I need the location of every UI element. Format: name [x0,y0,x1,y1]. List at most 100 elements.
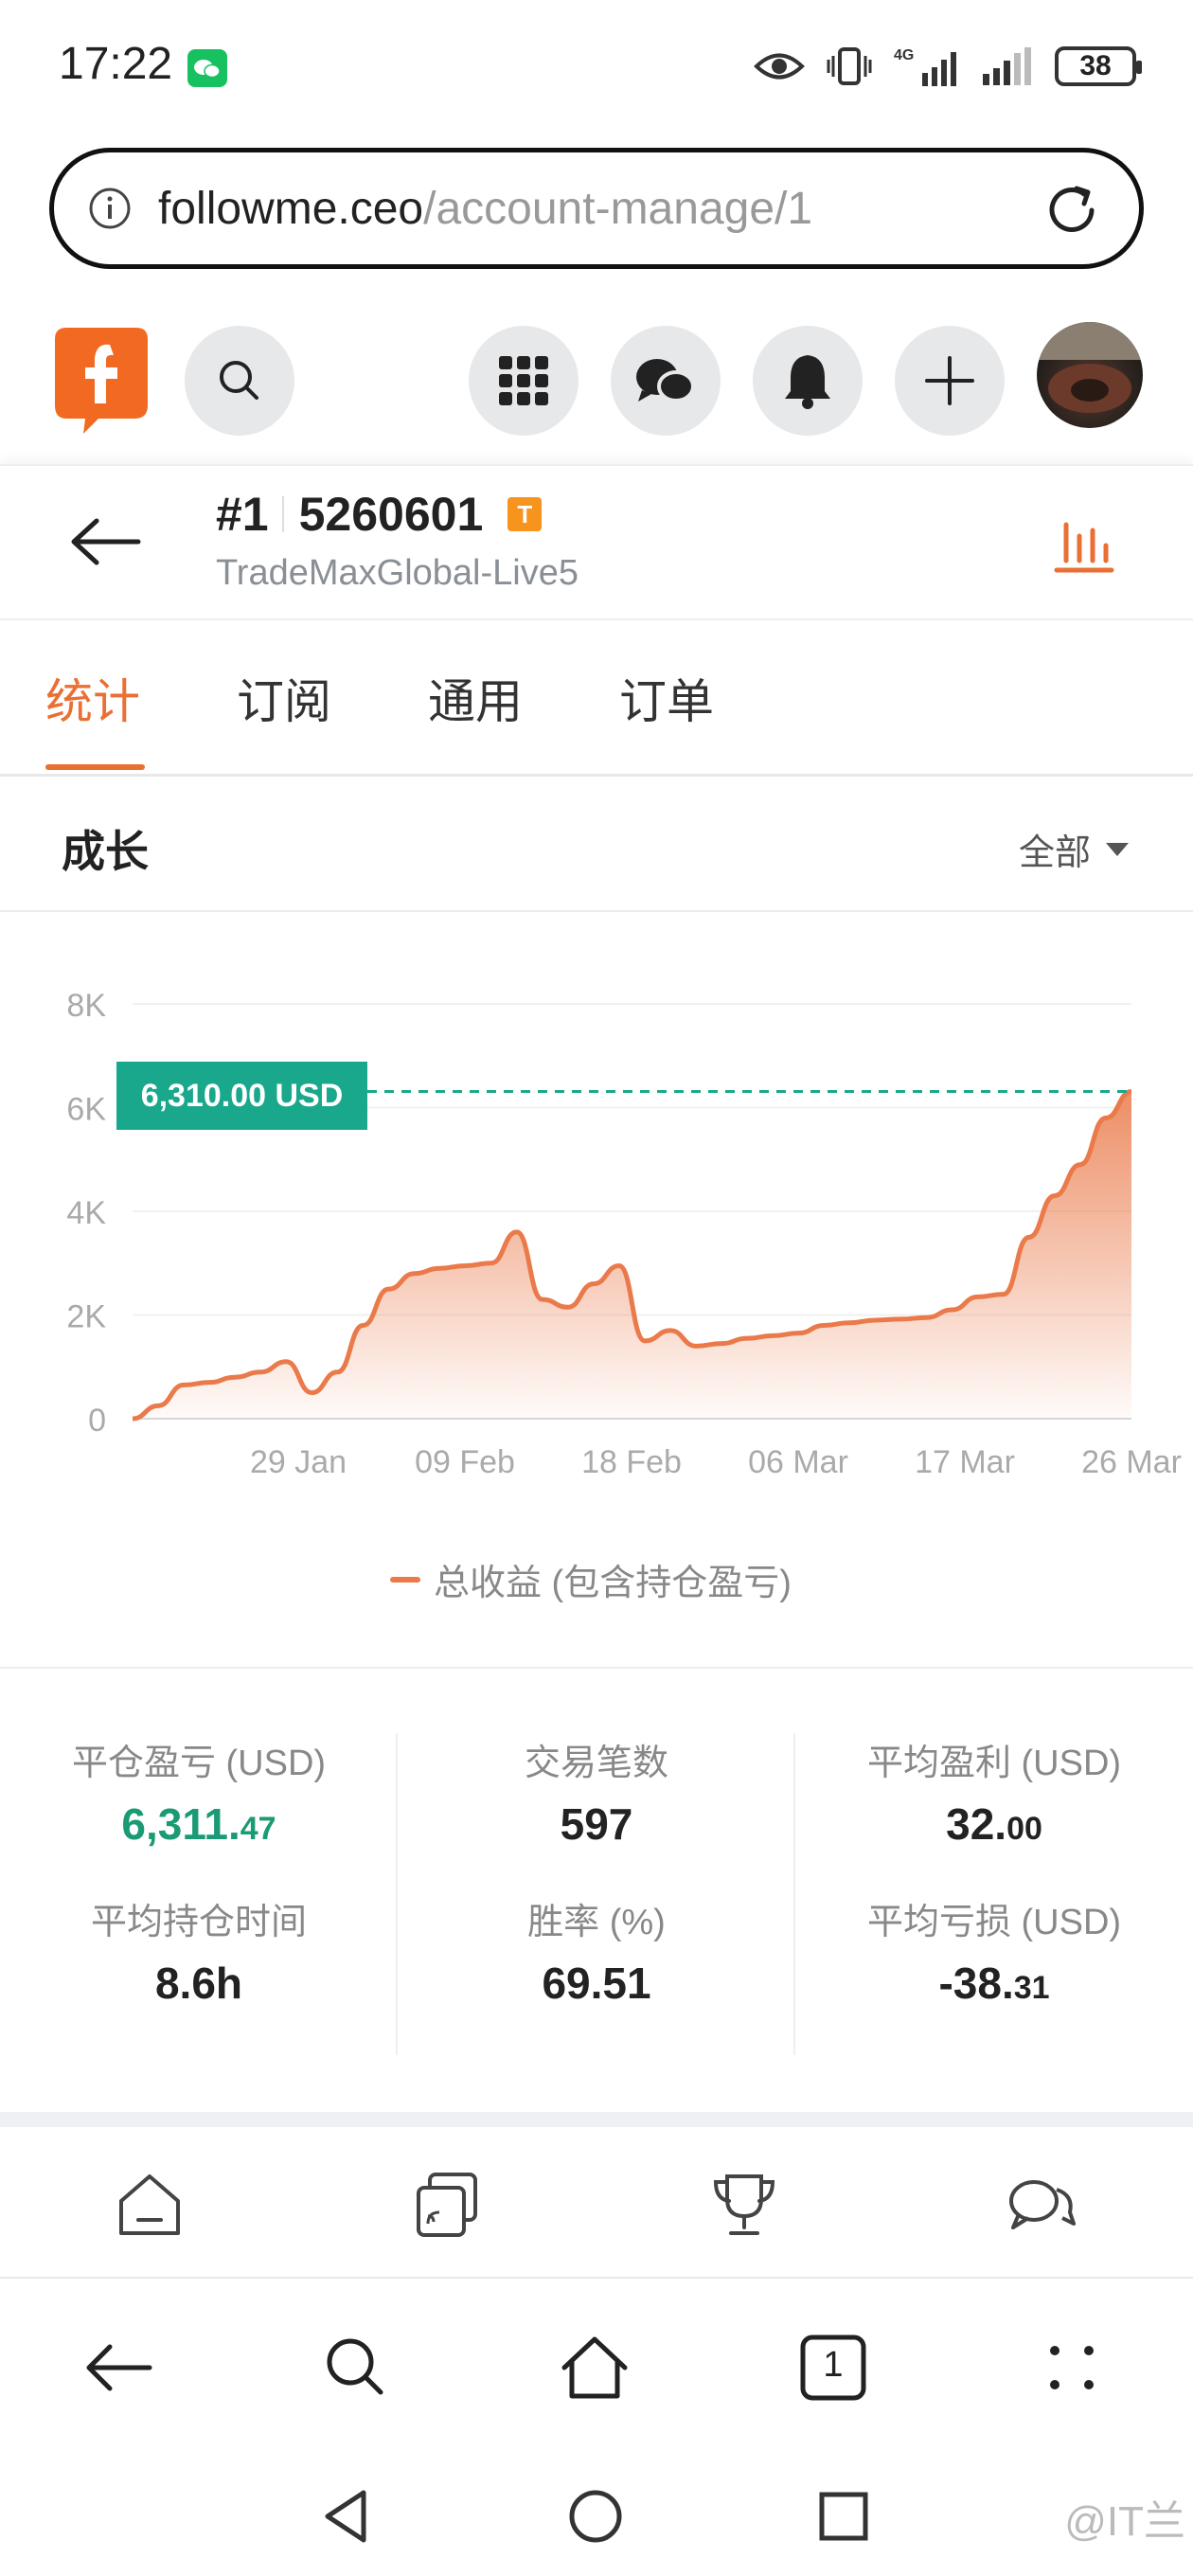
account-header: #1 5260601 T TradeMaxGlobal-Live5 [0,464,1193,620]
browser-back-icon[interactable] [81,2330,157,2406]
trophy-icon[interactable] [706,2167,782,2243]
app-header [0,313,1193,464]
more-dots-icon[interactable] [1034,2330,1110,2406]
tab-statistics[interactable]: 统计 [45,664,140,732]
stat-label: 平均持仓时间 [90,1903,307,1942]
x-tick-label: 09 Feb [415,1444,515,1480]
stat-value: -38.31 [795,1958,1193,2009]
signal-4g-icon: 4G [894,47,956,86]
browser-tabs-button[interactable]: 1 [795,2330,871,2406]
add-button[interactable] [895,326,1005,436]
tab-subscriptions[interactable]: 订阅 [237,664,331,732]
range-filter-dropdown[interactable]: 全部 [1019,823,1129,875]
chart-legend: 总收益 (包含持仓盈亏) [390,1553,792,1605]
y-tick-label: 2K [66,1299,106,1335]
account-id: 5260601 [298,488,484,541]
url-domain: followme.ceo [158,183,424,234]
account-server: TradeMaxGlobal-Live5 [216,553,579,593]
stat-value-decimals: 00 [1006,1811,1042,1847]
system-recents-icon[interactable] [810,2483,877,2549]
y-tick-label: 8K [66,988,106,1024]
stat-trade-count: 交易笔数 597 [398,1733,795,1850]
stat-value-main: -38. [938,1959,1014,2008]
messages-button[interactable] [611,326,721,436]
notifications-button[interactable] [753,326,863,436]
section-gap [0,2112,1193,2127]
x-tick-label: 06 Mar [748,1444,848,1480]
section-title: 成长 [62,827,149,876]
title-separator [281,496,284,532]
stat-label: 平均盈利 (USD) [866,1744,1122,1783]
x-tick-label: 29 Jan [250,1444,347,1480]
caret-down-icon [1106,842,1129,856]
bar-chart-icon[interactable] [1051,513,1117,580]
vibrate-icon [827,47,872,85]
community-chat-icon[interactable] [1004,2167,1079,2243]
browser-nav-bar: 1 [0,2281,1193,2451]
stat-value-main: 6,311. [121,1799,240,1849]
tab-count: 1 [823,2345,844,2385]
home-icon[interactable] [112,2167,187,2243]
watermark: @IT兰 [1064,2498,1185,2545]
stats-separator [793,1733,795,2055]
stat-value: 32.00 [795,1798,1193,1850]
status-icons: 4G 38 [754,43,1142,90]
app-bottom-nav [0,2127,1193,2279]
wechat-notification-icon [187,49,227,87]
tab-bar: 统计 订阅 通用 订单 [0,620,1193,777]
growth-section-header: 成长 全部 [0,779,1193,912]
current-value-badge: 6,310.00 USD [116,1062,367,1130]
tab-general[interactable]: 通用 [428,664,523,732]
stat-value: 8.6h [0,1958,398,2009]
user-avatar[interactable] [1037,322,1143,428]
stat-value: 597 [398,1798,795,1850]
status-time: 17:22 [59,39,173,89]
x-tick-label: 26 Mar [1081,1444,1182,1480]
reload-icon[interactable] [1042,181,1101,240]
system-home-icon[interactable] [562,2483,629,2549]
section-divider [0,1667,1193,1669]
tab-orders[interactable]: 订单 [619,664,714,732]
stat-label: 平均亏损 (USD) [866,1903,1122,1942]
stats-grid: 平仓盈亏 (USD) 6,311.47 交易笔数 597 平均盈利 (USD) … [0,1705,1193,2065]
growth-chart-svg: 8K 6K 4K 2K 0 29 Jan 09 Feb 18 Feb 06 Mar 17 Mar 2… [66,988,1182,1480]
status-bar: 17:22 4G 38 [0,0,1193,137]
stat-value-decimals: 31 [1013,1970,1050,2006]
url-bar[interactable]: followme.ceo/account-manage/1 [49,148,1144,269]
stat-closed-pnl: 平仓盈亏 (USD) 6,311.47 [0,1733,398,1850]
y-tick-label: 4K [66,1195,106,1231]
chat-bubbles-icon [636,359,695,402]
browser-home-icon[interactable] [557,2330,632,2406]
stats-separator [396,1733,398,2055]
url-path: /account-manage/1 [423,183,813,234]
stat-value-decimals: 47 [240,1811,276,1847]
grid-icon [499,356,548,405]
stat-label: 交易笔数 [524,1744,668,1783]
search-button[interactable] [185,326,294,436]
y-tick-label: 6K [66,1092,106,1128]
copy-trade-icon[interactable] [409,2167,485,2243]
active-tab-indicator [45,764,145,770]
browser-search-icon[interactable] [318,2330,394,2406]
stat-avg-profit: 平均盈利 (USD) 32.00 [795,1733,1193,1850]
apps-button[interactable] [469,326,579,436]
x-tick-label: 17 Mar [915,1444,1015,1480]
legend-label: 总收益 (包含持仓盈亏) [434,1564,792,1603]
x-tick-label: 18 Feb [581,1444,682,1480]
system-back-icon[interactable] [314,2483,381,2549]
account-title: #1 5260601 T [216,487,543,542]
back-arrow-icon[interactable] [68,513,144,570]
stat-win-rate: 胜率 (%) 69.51 [398,1892,795,2009]
followme-logo[interactable] [55,328,148,434]
signal-icon [983,47,1031,85]
stat-value: 6,311.47 [0,1798,398,1850]
search-icon [220,361,258,400]
stat-label: 胜率 (%) [527,1903,666,1942]
bell-icon [785,355,830,409]
info-icon[interactable] [88,187,132,230]
stat-avg-hold-time: 平均持仓时间 8.6h [0,1892,398,2009]
stat-value-main: 69.51 [542,1959,651,2008]
y-tick-label: 0 [88,1403,106,1439]
legend-swatch [390,1576,420,1583]
url-text[interactable]: followme.ceo/account-manage/1 [158,183,812,235]
